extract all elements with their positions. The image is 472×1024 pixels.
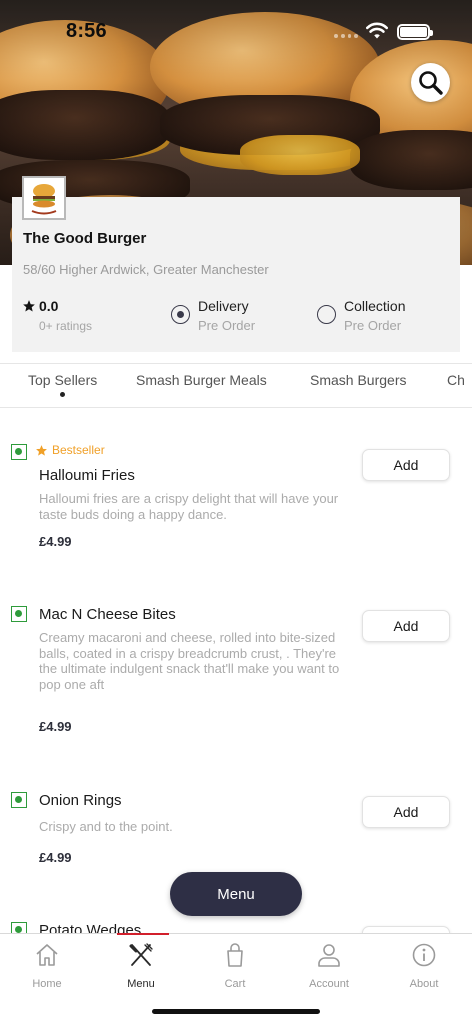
collection-sub: Pre Order xyxy=(344,318,402,333)
info-icon xyxy=(412,943,436,967)
signal-dots-icon xyxy=(334,34,358,40)
restaurant-name: The Good Burger xyxy=(23,230,147,247)
user-icon xyxy=(318,944,340,967)
tab-ch[interactable]: Ch xyxy=(447,372,465,388)
nav-home[interactable]: Home xyxy=(12,940,82,990)
tab-smash-burgers[interactable]: Smash Burgers xyxy=(310,372,406,388)
delivery-radio[interactable] xyxy=(171,305,190,324)
delivery-sub: Pre Order xyxy=(198,318,256,333)
collection-radio[interactable] xyxy=(317,305,336,324)
bestseller-badge: Bestseller xyxy=(35,443,105,457)
item-name: Onion Rings xyxy=(39,792,122,809)
bestseller-label: Bestseller xyxy=(52,443,105,457)
collection-label: Collection xyxy=(344,298,406,314)
star-icon xyxy=(23,300,35,312)
nav-account-label: Account xyxy=(309,978,349,990)
active-tab-indicator xyxy=(60,392,65,397)
nav-active-indicator xyxy=(117,933,169,935)
tab-smash-burger-meals[interactable]: Smash Burger Meals xyxy=(136,372,267,388)
status-bar: 8:56 xyxy=(0,0,472,60)
home-icon xyxy=(36,944,58,966)
star-icon xyxy=(36,444,47,456)
search-icon xyxy=(418,70,443,95)
nav-about[interactable]: About xyxy=(389,940,459,990)
nav-cart[interactable]: Cart xyxy=(200,940,270,990)
restaurant-address: 58/60 Higher Ardwick, Greater Manchester xyxy=(23,262,269,277)
veg-icon xyxy=(11,444,27,460)
veg-icon xyxy=(11,606,27,622)
item-price: £4.99 xyxy=(39,850,72,865)
item-name: Halloumi Fries xyxy=(39,467,135,484)
rating-value: 0.0 xyxy=(22,298,58,314)
wifi-icon xyxy=(366,22,388,39)
item-price: £4.99 xyxy=(39,719,72,734)
item-description: Creamy macaroni and cheese, rolled into … xyxy=(39,630,340,692)
status-time: 8:56 xyxy=(66,20,107,42)
category-tabs: Top Sellers Smash Burger Meals Smash Bur… xyxy=(0,363,472,408)
restaurant-logo xyxy=(22,176,66,220)
add-button[interactable]: Add xyxy=(362,796,450,828)
add-button[interactable]: Add xyxy=(362,610,450,642)
nav-about-label: About xyxy=(409,978,439,990)
ratings-count: 0+ ratings xyxy=(39,319,93,333)
menu-button[interactable]: Menu xyxy=(170,872,302,916)
veg-icon xyxy=(11,792,27,808)
home-indicator xyxy=(152,1009,320,1014)
cutlery-icon xyxy=(129,943,153,966)
item-description: Halloumi fries are a crispy delight that… xyxy=(39,491,339,522)
rating-number: 0.0 xyxy=(39,298,59,314)
bag-icon xyxy=(227,943,243,967)
battery-icon xyxy=(397,24,433,40)
nav-home-label: Home xyxy=(32,978,62,990)
nav-account[interactable]: Account xyxy=(294,940,364,990)
nav-cart-label: Cart xyxy=(224,978,246,990)
nav-menu-label: Menu xyxy=(127,978,155,990)
add-button[interactable]: Add xyxy=(362,449,450,481)
item-price: £4.99 xyxy=(39,534,72,549)
search-button[interactable] xyxy=(411,63,450,102)
tab-top-sellers[interactable]: Top Sellers xyxy=(28,372,97,388)
delivery-label: Delivery xyxy=(198,298,249,314)
item-name: Mac N Cheese Bites xyxy=(39,606,176,623)
nav-menu[interactable]: Menu xyxy=(106,940,176,990)
item-description: Crispy and to the point. xyxy=(39,819,173,834)
